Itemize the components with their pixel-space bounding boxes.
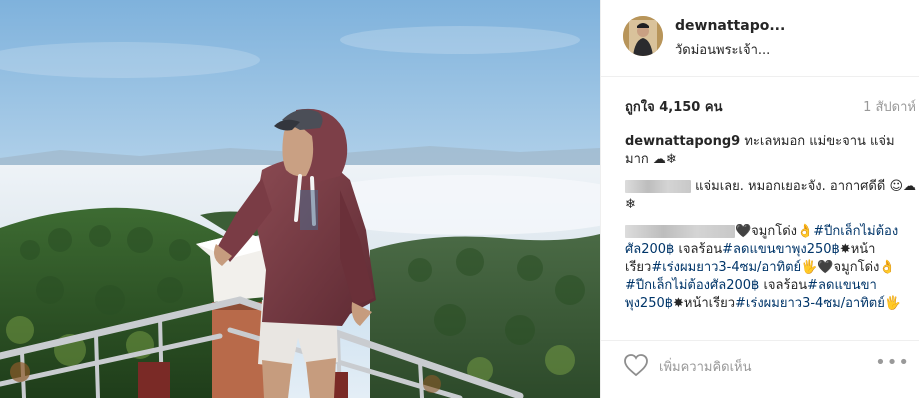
comment-text: 🖐	[884, 296, 902, 311]
comment-text: เจลร้อน	[674, 242, 723, 257]
comment: 🖤จมูกโด่ง👌 #ปีกเล็กไม่ต้องศัล200฿ เจลร้อน…	[625, 223, 917, 313]
comment-text: 🖤จมูกโด่ง👌	[735, 224, 814, 239]
post-header: dewnattapo... วัดม่อนพระเจ้า...	[601, 0, 919, 77]
comment-username[interactable]: dewnattapong9	[625, 134, 740, 149]
username[interactable]: dewnattapo...	[675, 18, 785, 34]
likes-count[interactable]: ถูกใจ 4,150 คน	[625, 96, 722, 117]
likes-row: ถูกใจ 4,150 คน 1 สัปดาห์	[601, 96, 919, 116]
like-heart-icon[interactable]	[623, 353, 649, 377]
avatar[interactable]	[623, 16, 663, 56]
more-options-icon[interactable]: •••	[875, 354, 910, 372]
instagram-post: dewnattapo... วัดม่อนพระเจ้า... ถูกใจ 4,…	[0, 0, 919, 398]
comment-caption: dewnattapong9 ทะเลหมอก แม่ขะจาน แจ่มมาก …	[625, 133, 917, 169]
hashtag-link[interactable]: #ลดแขนขาพุง250฿	[722, 242, 840, 257]
location-link[interactable]: วัดม่อนพระเจ้า...	[675, 39, 770, 60]
post-time[interactable]: 1 สัปดาห์	[863, 96, 916, 117]
comment-username-redacted	[625, 180, 691, 193]
hashtag-link[interactable]: #เร่งผมยาว3-4ซม/อาทิตย์	[735, 296, 885, 311]
comments-list: dewnattapong9 ทะเลหมอก แม่ขะจาน แจ่มมาก …	[625, 133, 917, 333]
post-photo[interactable]	[0, 0, 600, 398]
comment-username-redacted	[625, 225, 735, 238]
comment-text: ✸หน้าเรียว	[673, 296, 736, 311]
comment: แจ่มเลย. หมอกเยอะจัง. อากาศดีดี ☺☁❄	[625, 178, 917, 214]
photo-illustration	[0, 0, 600, 398]
hashtag-link[interactable]: #ปีกเล็กไม่ต้องศัล200฿	[625, 278, 759, 293]
post-side-panel: dewnattapo... วัดม่อนพระเจ้า... ถูกใจ 4,…	[600, 0, 919, 398]
post-footer: เพิ่มความคิดเห็น •••	[601, 340, 919, 398]
hashtag-link[interactable]: #เร่งผมยาว3-4ซม/อาทิตย์	[651, 260, 801, 275]
comment-text: 🖐🖤จมูกโด่ง👌	[801, 260, 896, 275]
avatar-image	[623, 16, 663, 56]
comment-text: เจลร้อน	[759, 278, 808, 293]
add-comment-input[interactable]: เพิ่มความคิดเห็น	[659, 356, 752, 377]
